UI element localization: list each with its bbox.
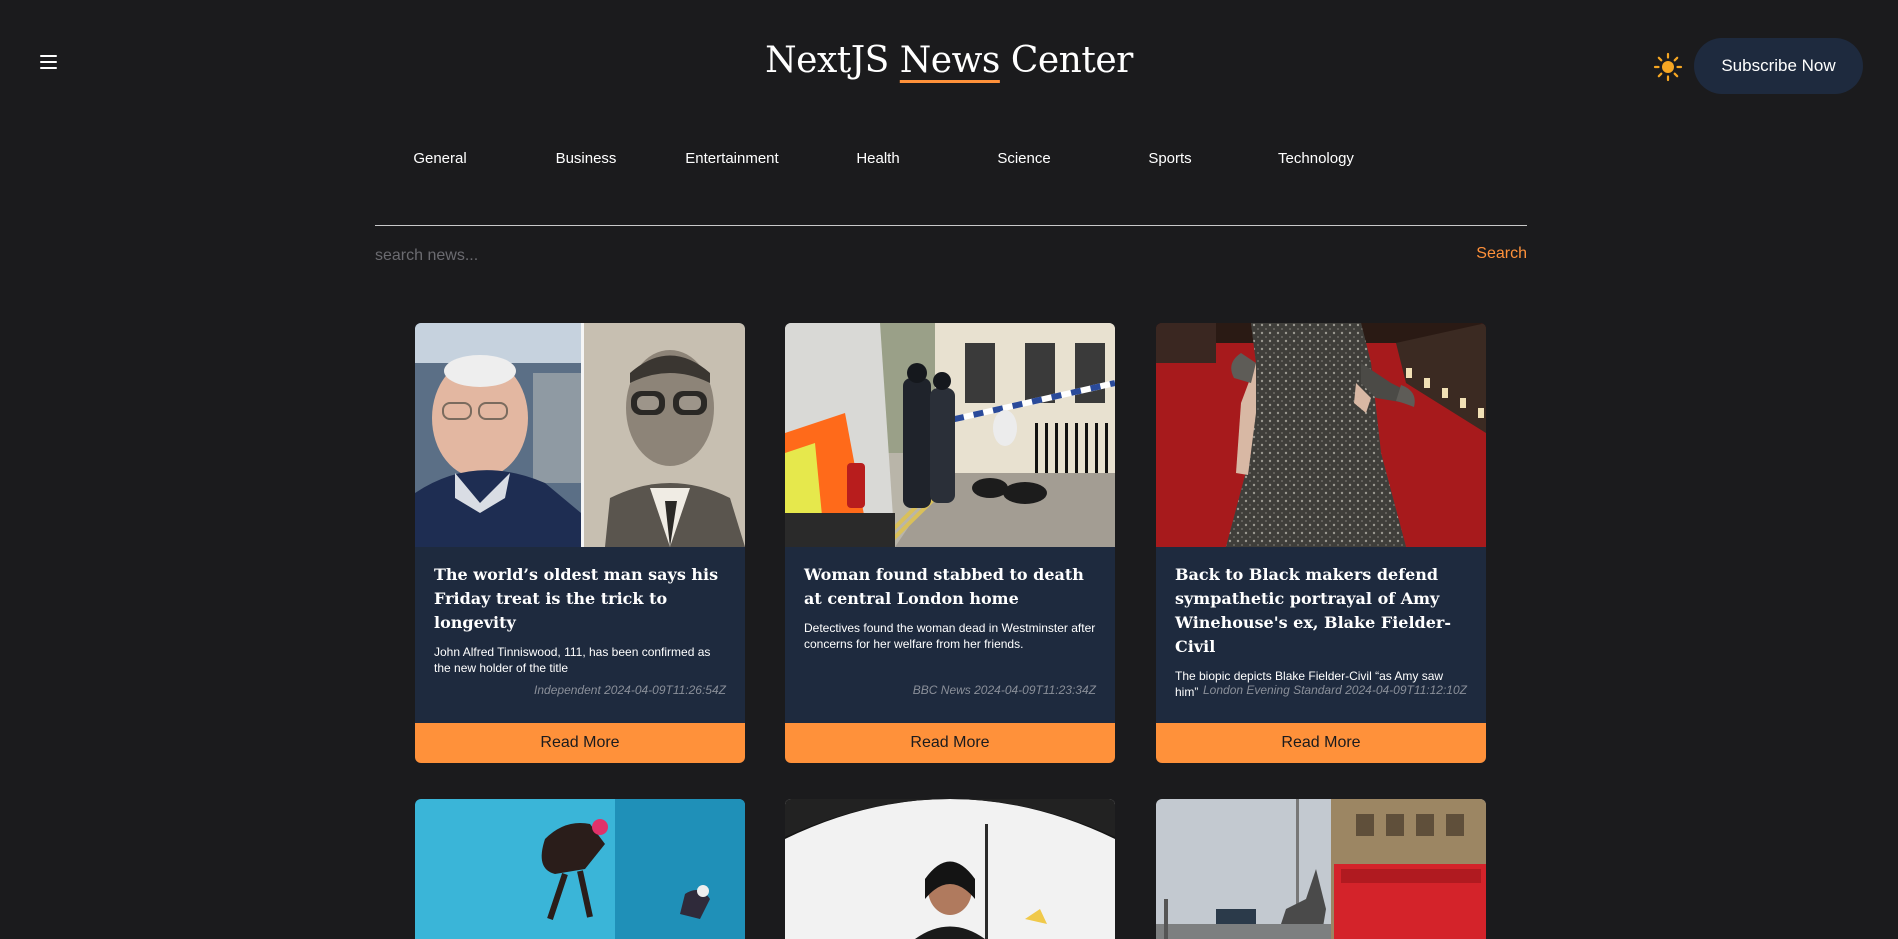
news-card-meta: London Evening Standard 2024-04-09T11:12… xyxy=(1203,683,1467,697)
news-card-description: John Alfred Tinniswood, 111, has been co… xyxy=(434,645,711,675)
news-card-meta: Independent 2024-04-09T11:26:54Z xyxy=(534,683,726,697)
news-card-date: 2024-04-09T11:26:54Z xyxy=(604,683,726,697)
news-card-image[interactable] xyxy=(1156,323,1486,547)
news-card-body: Back to Black makers defend sympathetic … xyxy=(1156,547,1486,723)
news-card-body: Woman found stabbed to death at central … xyxy=(785,547,1115,723)
nav-item-technology[interactable]: Technology xyxy=(1251,150,1381,167)
news-card-meta: BBC News 2024-04-09T11:23:34Z xyxy=(913,683,1096,697)
news-card-description: Detectives found the woman dead in Westm… xyxy=(804,621,1096,651)
news-card-source: London Evening Standard xyxy=(1203,683,1342,697)
site-title-prefix: NextJS xyxy=(765,40,900,81)
news-card-source: BBC News xyxy=(912,683,971,697)
site-title-suffix: Center xyxy=(999,40,1134,81)
news-card-image[interactable] xyxy=(785,799,1115,939)
news-card-title[interactable]: Woman found stabbed to death at central … xyxy=(804,563,1096,611)
read-more-button[interactable]: Read More xyxy=(785,723,1115,763)
subscribe-button[interactable]: Subscribe Now xyxy=(1694,38,1863,94)
news-card-date: 2024-04-09T11:23:34Z xyxy=(974,683,1096,697)
site-title-highlight: News xyxy=(899,40,1001,81)
news-card-title[interactable]: Back to Black makers defend sympathetic … xyxy=(1175,563,1467,659)
news-card-image[interactable] xyxy=(1156,799,1486,939)
nav-item-health[interactable]: Health xyxy=(813,150,943,167)
nav-item-science[interactable]: Science xyxy=(959,150,1089,167)
nav-item-business[interactable]: Business xyxy=(521,150,651,167)
category-nav: General Business Entertainment Health Sc… xyxy=(375,150,1375,170)
nav-item-general[interactable]: General xyxy=(375,150,505,167)
news-card-source: Independent xyxy=(534,683,601,697)
news-card: The world’s oldest man says his Friday t… xyxy=(415,323,745,763)
sun-icon[interactable] xyxy=(1653,52,1683,82)
site-header: NextJS News Center Subscribe Now xyxy=(0,0,1898,132)
news-card-body: The world’s oldest man says his Friday t… xyxy=(415,547,745,723)
search-divider xyxy=(375,225,1527,226)
nav-item-sports[interactable]: Sports xyxy=(1105,150,1235,167)
news-card-image[interactable] xyxy=(415,799,745,939)
nav-item-entertainment[interactable]: Entertainment xyxy=(667,150,797,167)
site-title[interactable]: NextJS News Center xyxy=(0,40,1898,81)
news-card: Woman found stabbed to death at central … xyxy=(785,323,1115,763)
search-input[interactable] xyxy=(375,244,1375,268)
news-card-date: 2024-04-09T11:12:10Z xyxy=(1345,683,1467,697)
search-button[interactable]: Search xyxy=(1470,245,1527,263)
news-card: Back to Black makers defend sympathetic … xyxy=(1156,323,1486,763)
news-card-image[interactable] xyxy=(785,323,1115,547)
news-card-title[interactable]: The world’s oldest man says his Friday t… xyxy=(434,563,726,635)
news-card-image[interactable] xyxy=(415,323,745,547)
read-more-button[interactable]: Read More xyxy=(415,723,745,763)
read-more-button[interactable]: Read More xyxy=(1156,723,1486,763)
